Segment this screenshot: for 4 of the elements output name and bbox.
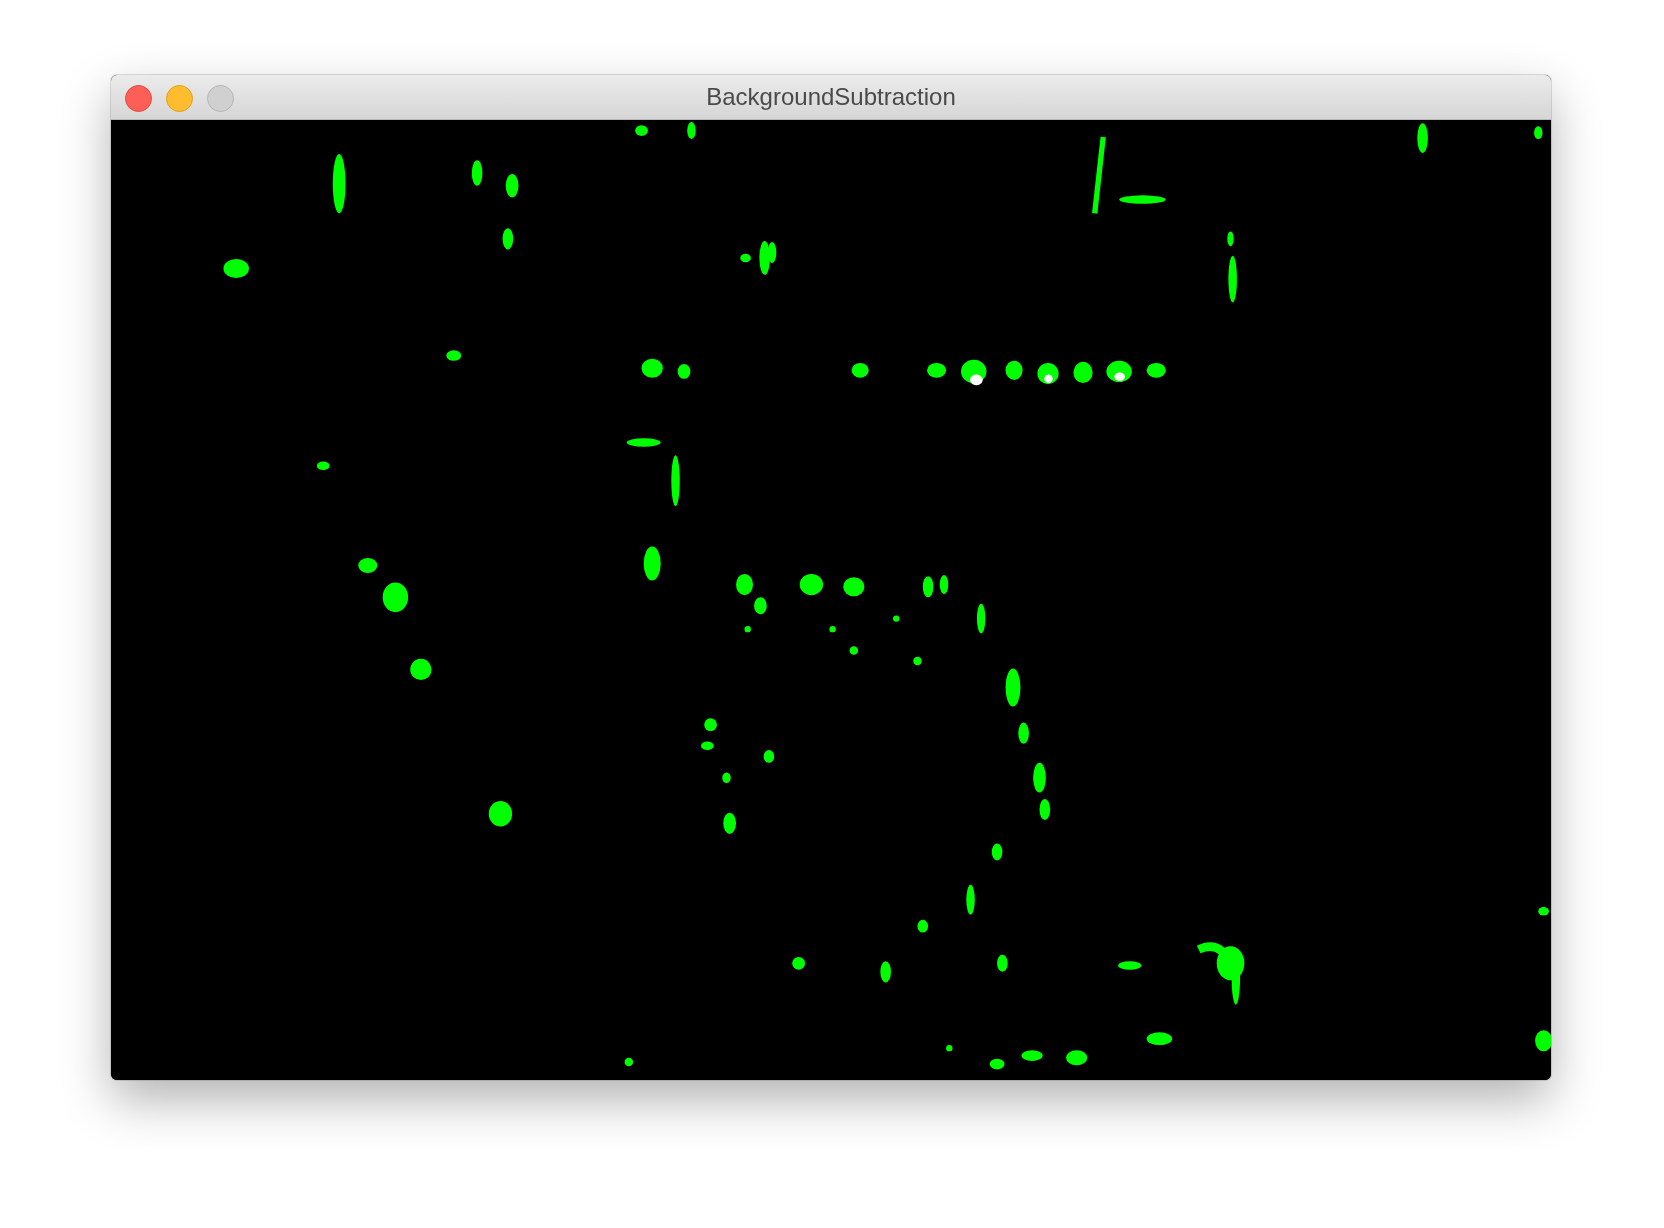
close-button[interactable] [125,85,152,112]
minimize-button[interactable] [166,85,193,112]
zoom-button[interactable] [207,85,234,112]
window-title: BackgroundSubtraction [706,83,956,111]
